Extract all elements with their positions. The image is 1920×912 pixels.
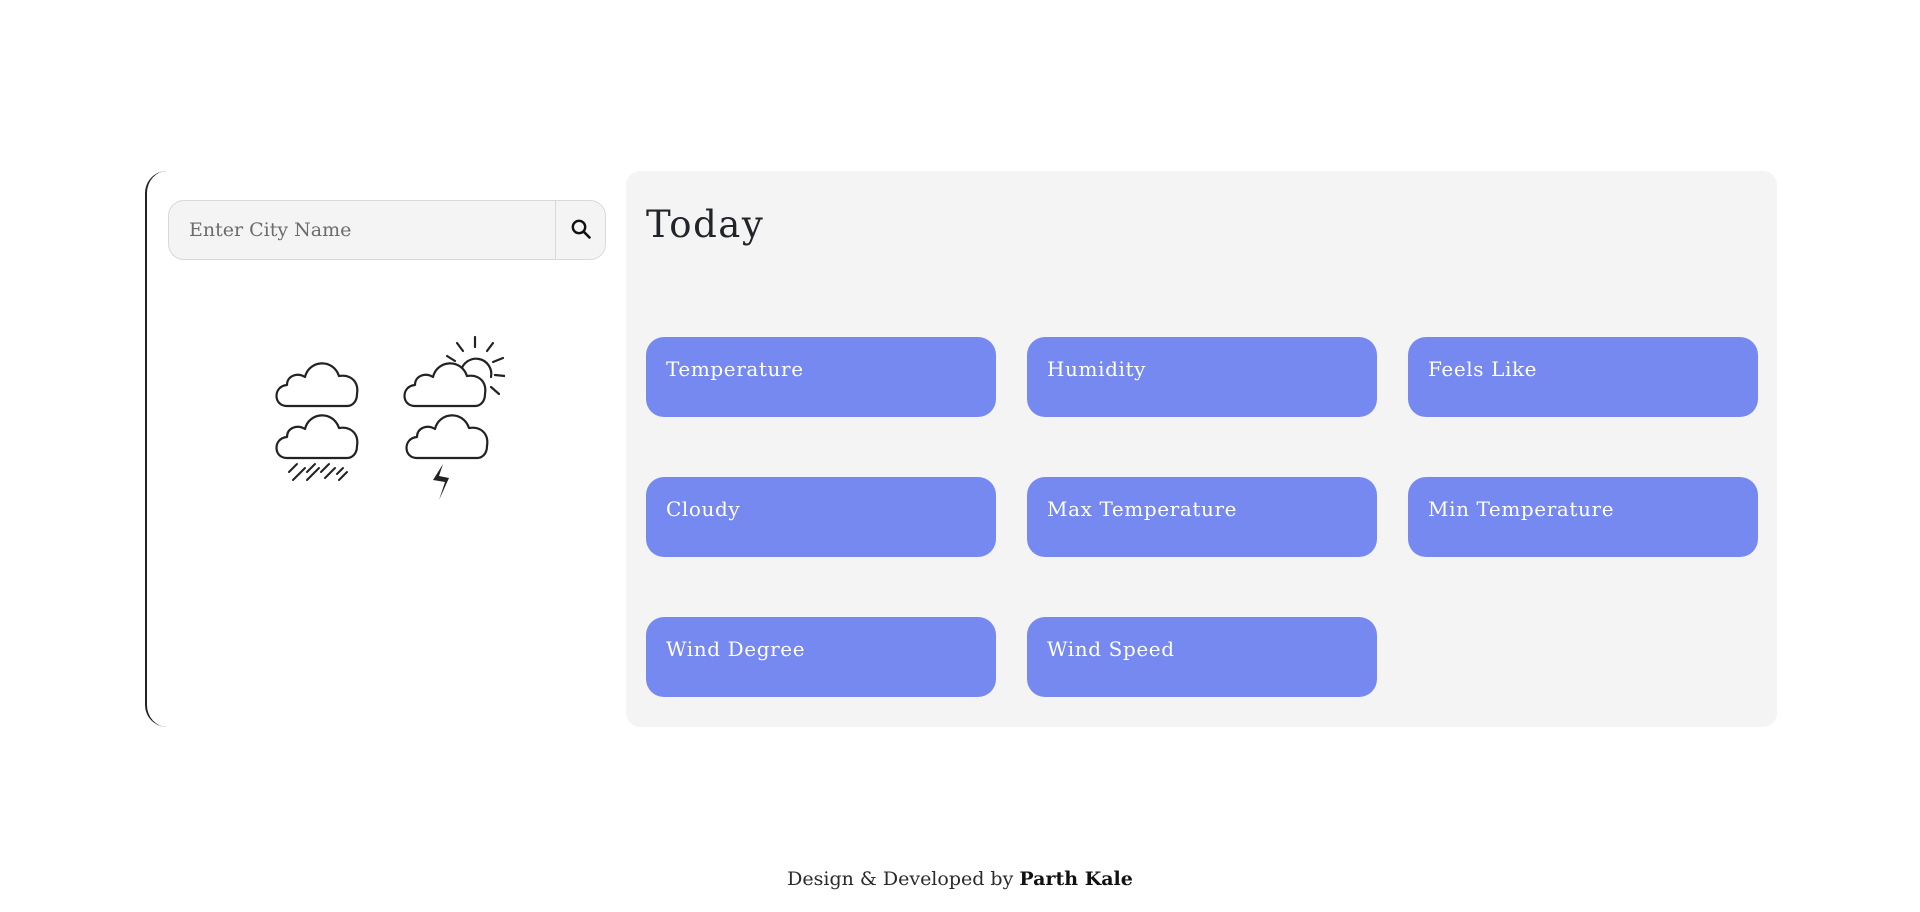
rain-icon	[267, 408, 367, 502]
footer-author: Parth Kale	[1019, 868, 1133, 890]
footer-credit: Design & Developed by Parth Kale	[0, 868, 1920, 890]
wind-speed-card[interactable]: Wind Speed	[1027, 617, 1377, 697]
max-temperature-card[interactable]: Max Temperature	[1027, 477, 1377, 557]
search-group	[168, 200, 606, 260]
temperature-card[interactable]: Temperature	[646, 337, 996, 417]
today-title: Today	[646, 203, 765, 246]
min-temperature-card[interactable]: Min Temperature	[1408, 477, 1758, 557]
humidity-card[interactable]: Humidity	[1027, 337, 1377, 417]
footer-prefix: Design & Developed by	[787, 868, 1014, 890]
weather-icons-group	[267, 335, 507, 536]
city-search-input[interactable]	[169, 201, 555, 259]
today-panel: Today Temperature Humidity Feels Like Cl…	[626, 171, 1777, 727]
weather-app-frame: Today Temperature Humidity Feels Like Cl…	[145, 171, 1777, 727]
cloudy-card[interactable]: Cloudy	[646, 477, 996, 557]
left-panel	[147, 171, 627, 727]
feels-like-card[interactable]: Feels Like	[1408, 337, 1758, 417]
thunderstorm-icon	[397, 408, 497, 512]
wind-degree-card[interactable]: Wind Degree	[646, 617, 996, 697]
search-button[interactable]	[555, 201, 605, 259]
search-icon	[570, 218, 592, 243]
